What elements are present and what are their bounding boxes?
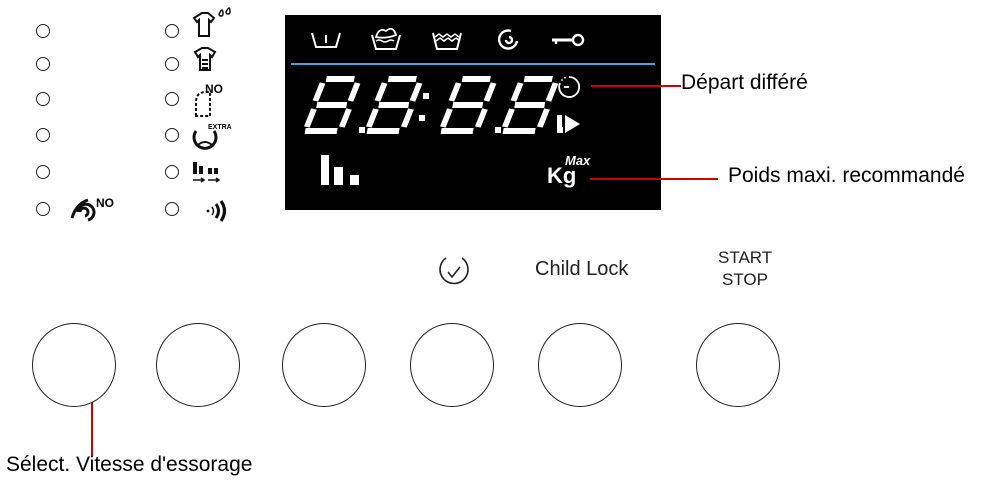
led-6: [36, 202, 50, 216]
led-2: [36, 57, 50, 71]
led-3: [36, 92, 50, 106]
no-spin-label: NO: [96, 196, 114, 210]
display-separator: [291, 63, 655, 65]
load-bars-icon: [321, 155, 359, 185]
led-5: [36, 165, 50, 179]
start-stop-button[interactable]: [696, 323, 780, 407]
start-label: START: [718, 248, 773, 267]
led-12: [165, 202, 179, 216]
digit-display: [304, 76, 563, 134]
play-icon: [557, 115, 580, 133]
clock-icon: [439, 257, 469, 285]
no-iron-label: NO: [205, 82, 223, 96]
led-11: [165, 165, 179, 179]
shirt-icon: [193, 47, 217, 71]
child-lock-button[interactable]: [538, 323, 622, 407]
key-icon: [552, 33, 585, 47]
led-4: [36, 128, 50, 142]
led-7: [165, 24, 179, 38]
led-8: [165, 57, 179, 71]
callout-line-max-weight: [590, 178, 718, 180]
timer-icon: [558, 76, 581, 98]
sound-icon: [206, 200, 227, 222]
extra-label: EXTRA: [208, 124, 232, 131]
wash-icon: [371, 27, 401, 50]
led-10: [165, 128, 179, 142]
rinse-icon: [432, 32, 462, 50]
child-lock-label: Child Lock: [535, 258, 629, 280]
led-9: [165, 92, 179, 106]
led-1: [36, 24, 50, 38]
lcd-display: Max Kg: [285, 15, 661, 210]
stop-label: STOP: [722, 270, 768, 289]
prewash-icon: [311, 32, 341, 48]
callout-line-delayed-start: [591, 85, 681, 87]
bars-arrows-icon: [193, 162, 221, 183]
shirt-drops-icon: [192, 7, 231, 37]
spin-speed-button[interactable]: [32, 323, 116, 407]
delay-start-button[interactable]: [410, 323, 494, 407]
delayed-start-label: Départ différé: [681, 71, 808, 94]
spin-icon: [497, 29, 519, 50]
weight-unit-label: Kg: [547, 163, 577, 188]
max-weight-label: Poids maxi. recommandé: [728, 164, 965, 187]
option-button-3[interactable]: [282, 323, 366, 407]
option-button-2[interactable]: [156, 323, 240, 407]
spin-speed-label: Sélect. Vitesse d'essorage: [6, 453, 253, 476]
